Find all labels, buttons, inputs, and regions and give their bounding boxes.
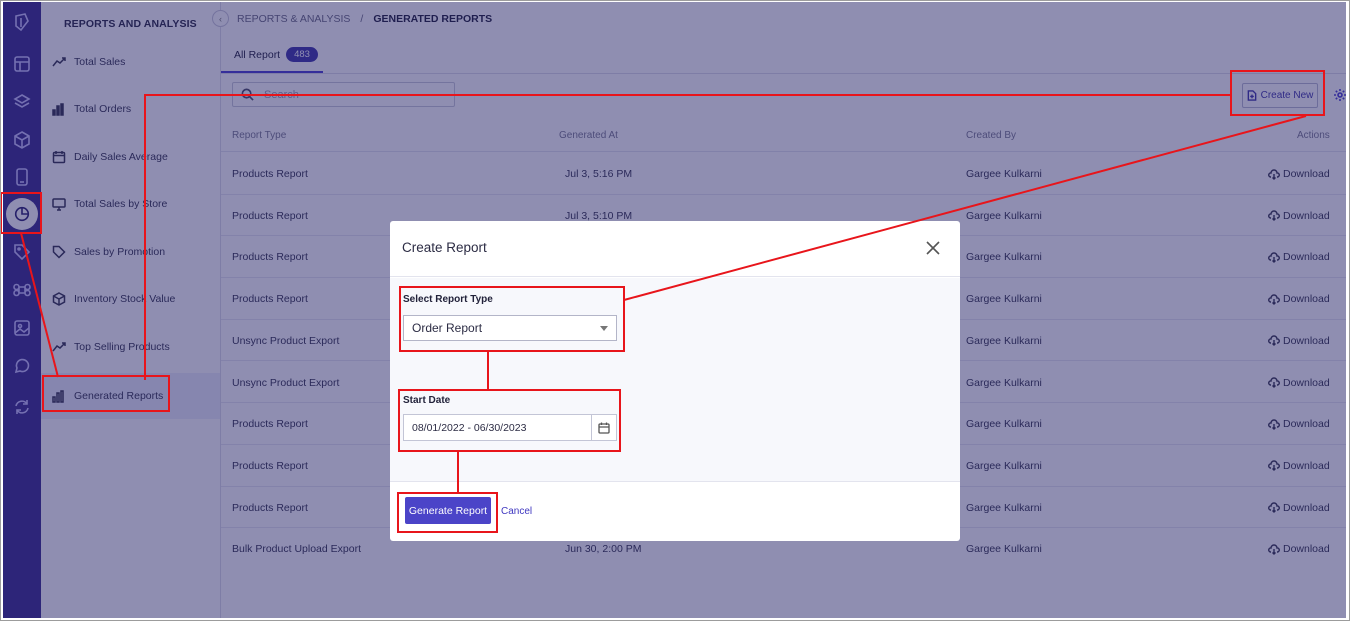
dialog-title: Create Report — [402, 240, 487, 255]
annotation-box-report-type — [399, 286, 625, 352]
annotation-box-start-date — [398, 389, 621, 452]
annotation-box-generated-reports — [42, 375, 170, 412]
annotation-box-generate — [397, 492, 498, 533]
dialog-header: Create Report — [390, 221, 960, 277]
annotation-box-create-new — [1230, 70, 1325, 116]
close-icon[interactable] — [925, 240, 941, 256]
annotation-box-reports-icon — [0, 192, 42, 234]
cancel-button[interactable]: Cancel — [501, 506, 532, 517]
